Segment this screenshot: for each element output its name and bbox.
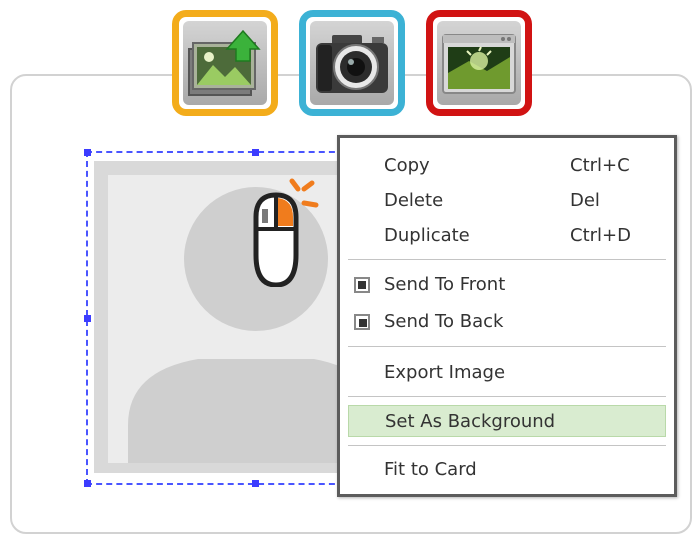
menu-item-duplicate[interactable]: Duplicate Ctrl+D: [348, 220, 666, 252]
menu-item-shortcut: Ctrl+C: [570, 155, 630, 176]
menu-item-send-to-back[interactable]: Send To Back: [348, 306, 666, 338]
image-upload-icon: [188, 29, 261, 96]
menu-separator: [348, 346, 666, 347]
background-button[interactable]: [426, 10, 532, 116]
menu-item-label: Export Image: [384, 362, 506, 383]
menu-item-shortcut: Ctrl+D: [570, 225, 631, 246]
context-menu: Copy Ctrl+C Delete Del Duplicate Ctrl+D …: [337, 135, 677, 497]
bring-to-front-icon: [354, 277, 370, 293]
menu-item-copy[interactable]: Copy Ctrl+C: [348, 150, 666, 182]
resize-handle-left[interactable]: [84, 315, 91, 322]
menu-item-export-image[interactable]: Export Image: [348, 357, 666, 389]
menu-item-label: Send To Front: [384, 274, 506, 295]
camera-icon: [316, 35, 388, 93]
menu-separator: [348, 259, 666, 260]
resize-handle-bottom[interactable]: [252, 480, 259, 487]
resize-handle-top-left[interactable]: [84, 149, 91, 156]
menu-item-label: Fit to Card: [384, 459, 477, 480]
menu-item-label: Duplicate: [384, 225, 470, 246]
menu-separator: [348, 396, 666, 397]
menu-item-label: Delete: [384, 190, 444, 211]
camera-button[interactable]: [299, 10, 405, 116]
menu-item-send-to-front[interactable]: Send To Front: [348, 269, 666, 301]
menu-separator: [348, 445, 666, 446]
menu-item-label: Send To Back: [384, 311, 504, 332]
add-images-button[interactable]: [172, 10, 278, 116]
menu-item-shortcut: Del: [570, 190, 600, 211]
menu-item-label: Copy: [384, 155, 430, 176]
menu-item-delete[interactable]: Delete Del: [348, 185, 666, 217]
background-window-icon: [442, 34, 516, 94]
send-to-back-icon: [354, 314, 370, 330]
mouse-right-click-icon: [253, 178, 319, 287]
menu-item-fit-to-card[interactable]: Fit to Card: [348, 454, 666, 486]
menu-item-label: Set As Background: [385, 411, 556, 432]
menu-item-set-as-background[interactable]: Set As Background: [348, 405, 666, 437]
resize-handle-top[interactable]: [252, 149, 259, 156]
resize-handle-bottom-left[interactable]: [84, 480, 91, 487]
